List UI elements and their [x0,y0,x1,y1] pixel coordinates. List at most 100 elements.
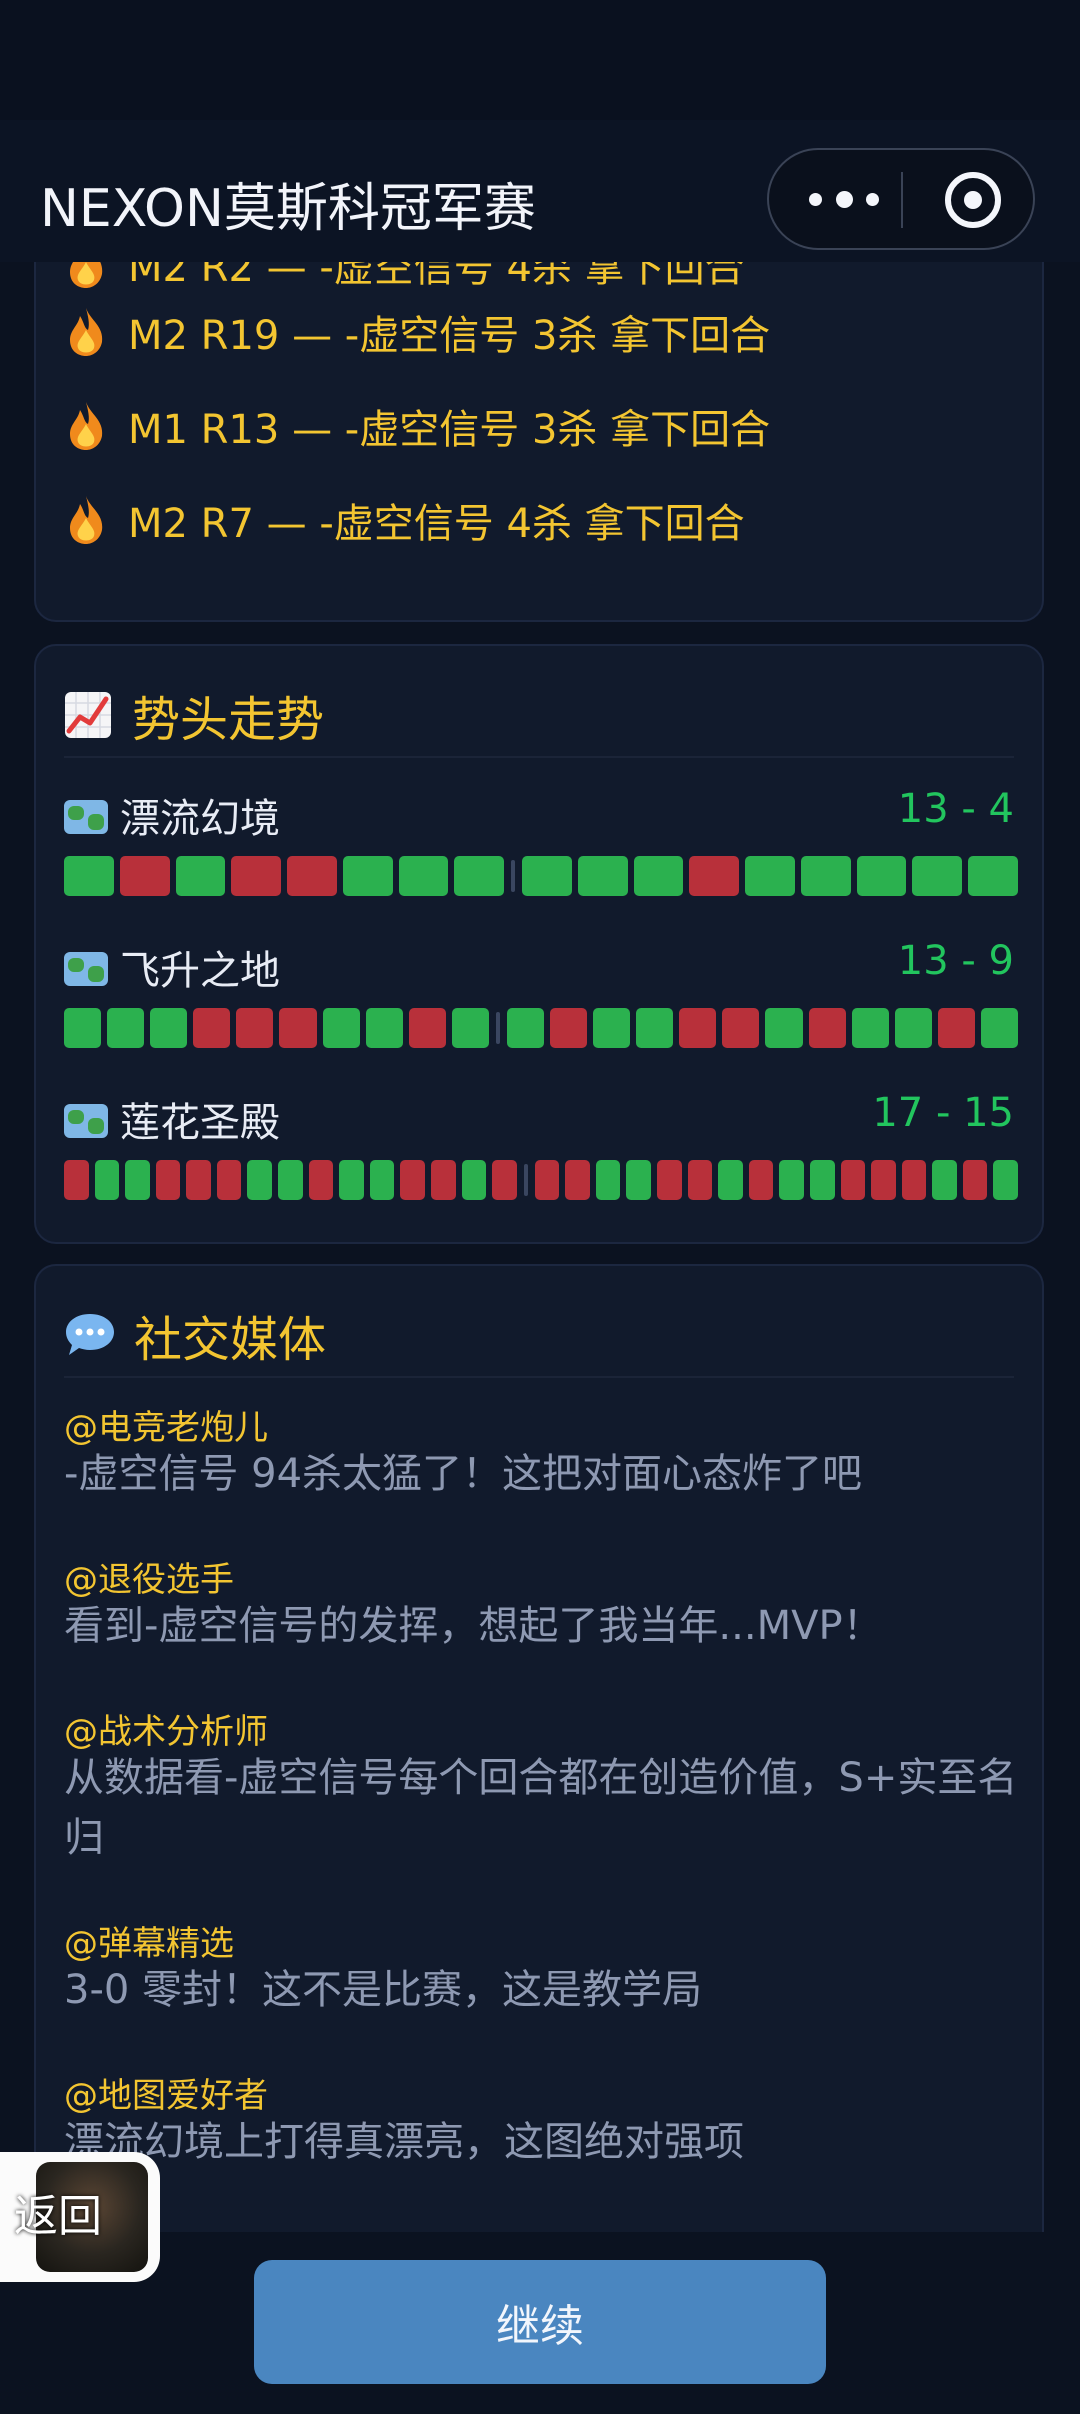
round-loss [748,1160,774,1200]
social-title-text: 社交媒体 [134,1312,327,1368]
capsule-divider [901,172,903,228]
round-loss [871,1160,896,1200]
nav-bar: NEXON莫斯科冠军赛 [0,120,1080,262]
mini-program-capsule [767,148,1035,250]
title-divider [64,756,1014,758]
round-loss [689,856,740,896]
round-win [968,856,1018,896]
round-win [894,1008,932,1048]
round-win [64,856,114,896]
round-win [398,856,449,896]
round-loss [408,1008,446,1048]
round-win [107,1008,145,1048]
speech-bubble-icon [66,1314,114,1355]
post-username[interactable]: @战术分析师 [64,1704,268,1753]
post-username[interactable]: @退役选手 [64,1552,234,1601]
round-win [626,1160,652,1200]
status-bar [0,0,1080,120]
round-win [856,856,907,896]
map-icon [64,952,108,986]
round-win [342,856,393,896]
round-loss [565,1160,590,1200]
round-loss [808,1008,846,1048]
round-win [745,856,795,896]
continue-button[interactable]: 继续 [254,2260,826,2384]
map-name: 漂流幻境 [120,796,280,842]
map-score: 13 - 4 [897,786,1014,832]
round-win [454,856,505,896]
social-title: 社交媒体 [64,1300,326,1370]
map-icon [64,1104,108,1138]
round-win [765,1008,803,1048]
social-card: 社交媒体 @电竞老炮儿 -虚空信号 94杀太猛了！这把对面心态炸了吧 @退役选手… [34,1264,1044,2232]
round-win [339,1160,364,1200]
round-win [993,1160,1018,1200]
round-win [64,1008,102,1048]
round-win [779,1160,804,1200]
round-win [322,1008,360,1048]
round-loss [840,1160,866,1200]
round-win [577,856,628,896]
round-loss [901,1160,927,1200]
round-loss [657,1160,682,1200]
round-loss [119,856,170,896]
close-target-icon[interactable] [945,172,1001,228]
half-divider [495,1012,500,1044]
round-loss [492,1160,517,1200]
post-username[interactable]: @电竞老炮儿 [64,1400,268,1449]
round-win [809,1160,835,1200]
round-win [522,856,572,896]
round-history-bar [64,856,1018,896]
momentum-title-text: 势头走势 [132,692,325,748]
round-loss [231,856,282,896]
round-loss [550,1008,588,1048]
round-win [461,1160,487,1200]
map-icon [64,800,108,834]
round-win [912,856,963,896]
round-loss [216,1160,242,1200]
post-text: -虚空信号 94杀太猛了！这把对面心态炸了吧 [64,1451,863,1497]
highlight-item: M2 R7 — -虚空信号 4杀 拿下回合 [64,490,745,550]
round-win [125,1160,150,1200]
map-score: 13 - 9 [897,938,1014,984]
round-loss [64,1160,89,1200]
round-loss [937,1008,975,1048]
round-loss [287,856,337,896]
round-loss [722,1008,760,1048]
highlight-item: M2 R2 — -虚空信号 4杀 拿下回合 [64,262,745,294]
round-win [369,1160,395,1200]
more-options-icon[interactable] [809,184,879,214]
post-text: 从数据看-虚空信号每个回合都在创造价值，S+实至名归 [64,1755,1018,1861]
round-win [636,1008,674,1048]
round-win [278,1160,303,1200]
fire-icon [70,496,103,544]
title-divider [64,1376,1014,1378]
round-win [718,1160,743,1200]
post-username[interactable]: @弹幕精选 [64,1916,234,1965]
round-loss [534,1160,560,1200]
round-loss [155,1160,181,1200]
round-win [932,1160,957,1200]
round-win [150,1008,188,1048]
round-loss [193,1008,231,1048]
round-win [451,1008,489,1048]
map-name: 飞升之地 [120,948,280,994]
round-history-bar [64,1160,1018,1200]
back-button[interactable]: 返回 [0,2152,160,2282]
map-name: 莲花圣殿 [120,1100,280,1146]
momentum-title: 势头走势 [64,680,324,750]
post-username[interactable]: @地图爱好者 [64,2068,268,2117]
half-divider [523,1164,528,1196]
round-loss [308,1160,334,1200]
fire-icon [70,262,103,288]
round-win [175,856,226,896]
post-text: 漂流幻境上打得真漂亮，这图绝对强项 [64,2119,744,2165]
scroll-content[interactable]: M2 R2 — -虚空信号 4杀 拿下回合 M2 R19 — -虚空信号 3杀 … [0,262,1080,2232]
round-loss [687,1160,713,1200]
round-loss [430,1160,456,1200]
round-history-bar [64,1008,1018,1048]
round-win [94,1160,120,1200]
round-win [506,1008,544,1048]
map-score: 17 - 15 [872,1090,1014,1136]
highlight-text: M1 R13 — -虚空信号 3杀 拿下回合 [128,407,771,453]
